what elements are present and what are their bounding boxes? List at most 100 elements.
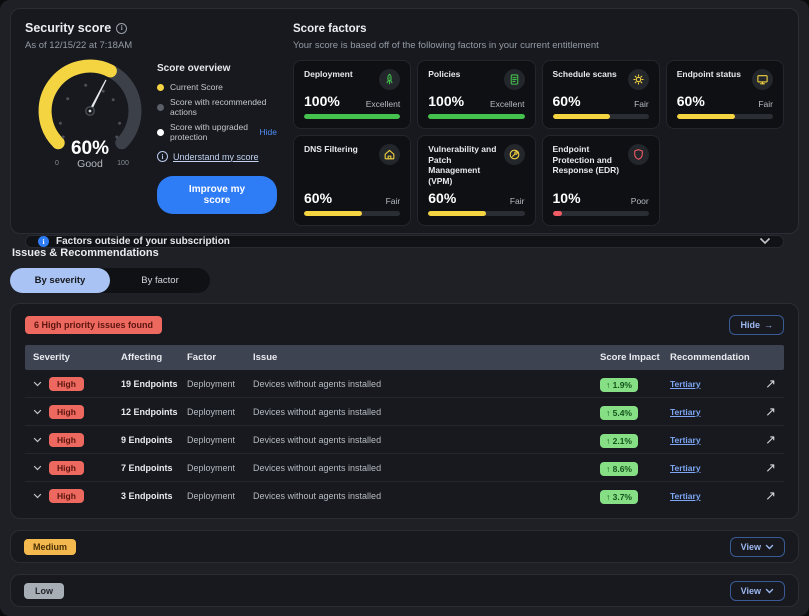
chevron-down-icon [765, 588, 774, 594]
medium-severity-badge: Medium [24, 539, 76, 555]
recommendation-link[interactable]: Tertiary [670, 435, 750, 445]
factor-cell: Deployment [187, 463, 253, 473]
external-link-icon[interactable]: ↗ [750, 460, 776, 476]
issues-section-title: Issues & Recommendations [12, 247, 797, 259]
tab-by-severity[interactable]: By severity [10, 268, 110, 293]
severity-badge: High [49, 377, 84, 391]
chevron-down-icon[interactable] [759, 237, 771, 245]
gauge-percent-label: 60% [71, 138, 109, 159]
security-score-title: Security score [25, 21, 111, 35]
score-impact-badge: ↑ 2.1% [600, 434, 638, 448]
recommendation-link[interactable]: Tertiary [670, 491, 750, 501]
security-advisor-page: Security score i As of 12/15/22 at 7:18A… [0, 0, 809, 616]
issue-row: High 7 Endpoints Deployment Devices with… [25, 454, 784, 482]
affecting-cell: 3 Endpoints [121, 491, 187, 501]
issue-row: High 3 Endpoints Deployment Devices with… [25, 482, 784, 510]
progress-bar [553, 114, 611, 119]
hide-upgraded-link[interactable]: Hide [260, 127, 277, 137]
issue-cell: Devices without agents installed [253, 407, 600, 417]
score-factors-section: Score factors Your score is based off of… [285, 21, 784, 226]
gauge-min-label: 0 [55, 160, 59, 167]
issue-row: High 9 Endpoints Deployment Devices with… [25, 426, 784, 454]
expand-row-chevron-icon[interactable] [33, 381, 42, 387]
improve-my-score-button[interactable]: Improve my score [157, 176, 277, 214]
factor-cell: Deployment [187, 435, 253, 445]
security-score-panel: Security score i As of 12/15/22 at 7:18A… [10, 8, 799, 234]
external-link-icon[interactable]: ↗ [750, 488, 776, 504]
factor-card-endpoint-status: Endpoint status 60% Fair [666, 60, 784, 129]
legend-upgraded-protection: Score with upgraded protection Hide [157, 122, 277, 142]
recommendation-link[interactable]: Tertiary [670, 379, 750, 389]
expand-row-chevron-icon[interactable] [33, 437, 42, 443]
external-link-icon[interactable]: ↗ [750, 432, 776, 448]
monitor-icon [752, 69, 773, 90]
recommended-score-dot-icon [157, 104, 164, 111]
affecting-cell: 12 Endpoints [121, 407, 187, 417]
hide-issues-button[interactable]: Hide → [729, 315, 784, 335]
score-overview: Score overview Current Score Score with … [157, 55, 277, 214]
high-priority-count-badge: 6 High priority issues found [25, 316, 162, 334]
issue-row: High 19 Endpoints Deployment Devices wit… [25, 370, 784, 398]
tab-by-factor[interactable]: By factor [110, 268, 210, 293]
severity-badge: High [49, 461, 84, 475]
affecting-cell: 19 Endpoints [121, 379, 187, 389]
score-impact-badge: ↑ 1.9% [600, 378, 638, 392]
security-score-info-icon[interactable]: i [116, 23, 127, 34]
external-link-icon[interactable]: ↗ [750, 376, 776, 392]
current-score-dot-icon [157, 84, 164, 91]
factor-card-vpm: Vulnerability and Patch Management (VPM)… [417, 135, 535, 226]
info-icon: i [38, 236, 49, 247]
home-icon [379, 144, 400, 165]
chevron-down-icon [765, 544, 774, 550]
issues-table-header: Severity Affecting Factor Issue Score Im… [25, 345, 784, 370]
rocket-icon [379, 69, 400, 90]
affecting-cell: 7 Endpoints [121, 463, 187, 473]
low-priority-panel: Low View [10, 574, 799, 607]
low-severity-badge: Low [24, 583, 64, 599]
expand-row-chevron-icon[interactable] [33, 465, 42, 471]
legend-current-score: Current Score [157, 82, 277, 92]
severity-badge: High [49, 489, 84, 503]
scan-target-icon [628, 69, 649, 90]
issues-tabs: By severity By factor [10, 268, 210, 293]
security-score-gauge: 60% Good 0 100 [25, 55, 157, 214]
recommendation-link[interactable]: Tertiary [670, 407, 750, 417]
score-factors-title: Score factors [293, 23, 784, 35]
issue-row: High 12 Endpoints Deployment Devices wit… [25, 398, 784, 426]
expand-row-chevron-icon[interactable] [33, 409, 42, 415]
score-impact-badge: ↑ 5.4% [600, 406, 638, 420]
arrow-right-icon: → [764, 320, 773, 330]
progress-bar [428, 211, 486, 216]
view-low-button[interactable]: View [730, 581, 785, 601]
expand-row-chevron-icon[interactable] [33, 493, 42, 499]
issue-cell: Devices without agents installed [253, 463, 600, 473]
progress-bar [677, 114, 735, 119]
issue-cell: Devices without agents installed [253, 379, 600, 389]
external-link-icon[interactable]: ↗ [750, 404, 776, 420]
understand-my-score-link[interactable]: i Understand my score [157, 151, 277, 162]
view-medium-button[interactable]: View [730, 537, 785, 557]
progress-bar [428, 114, 524, 119]
recommendation-link[interactable]: Tertiary [670, 463, 750, 473]
score-impact-badge: ↑ 3.7% [600, 490, 638, 504]
upgraded-score-dot-icon [157, 129, 164, 136]
factor-cell: Deployment [187, 379, 253, 389]
factor-cell: Deployment [187, 491, 253, 501]
policy-document-icon [504, 69, 525, 90]
factor-card-dns-filtering: DNS Filtering 60% Fair [293, 135, 411, 226]
affecting-cell: 9 Endpoints [121, 435, 187, 445]
info-icon: i [157, 151, 168, 162]
factor-card-schedule-scans: Schedule scans 60% Fair [542, 60, 660, 129]
medium-priority-panel: Medium View [10, 530, 799, 563]
factor-cell: Deployment [187, 407, 253, 417]
factor-card-policies: Policies 100% Excellent [417, 60, 535, 129]
factor-card-deployment: Deployment 100% Excellent [293, 60, 411, 129]
high-priority-issues-panel: 6 High priority issues found Hide → Seve… [10, 303, 799, 519]
issue-cell: Devices without agents installed [253, 435, 600, 445]
patch-wrench-icon [504, 144, 525, 165]
factors-outside-subscription-expander[interactable]: i Factors outside of your subscription [25, 235, 784, 248]
progress-bar [304, 114, 400, 119]
shield-icon [628, 144, 649, 165]
gauge-value-arc [45, 66, 110, 143]
legend-recommended-actions: Score with recommended actions [157, 97, 277, 117]
